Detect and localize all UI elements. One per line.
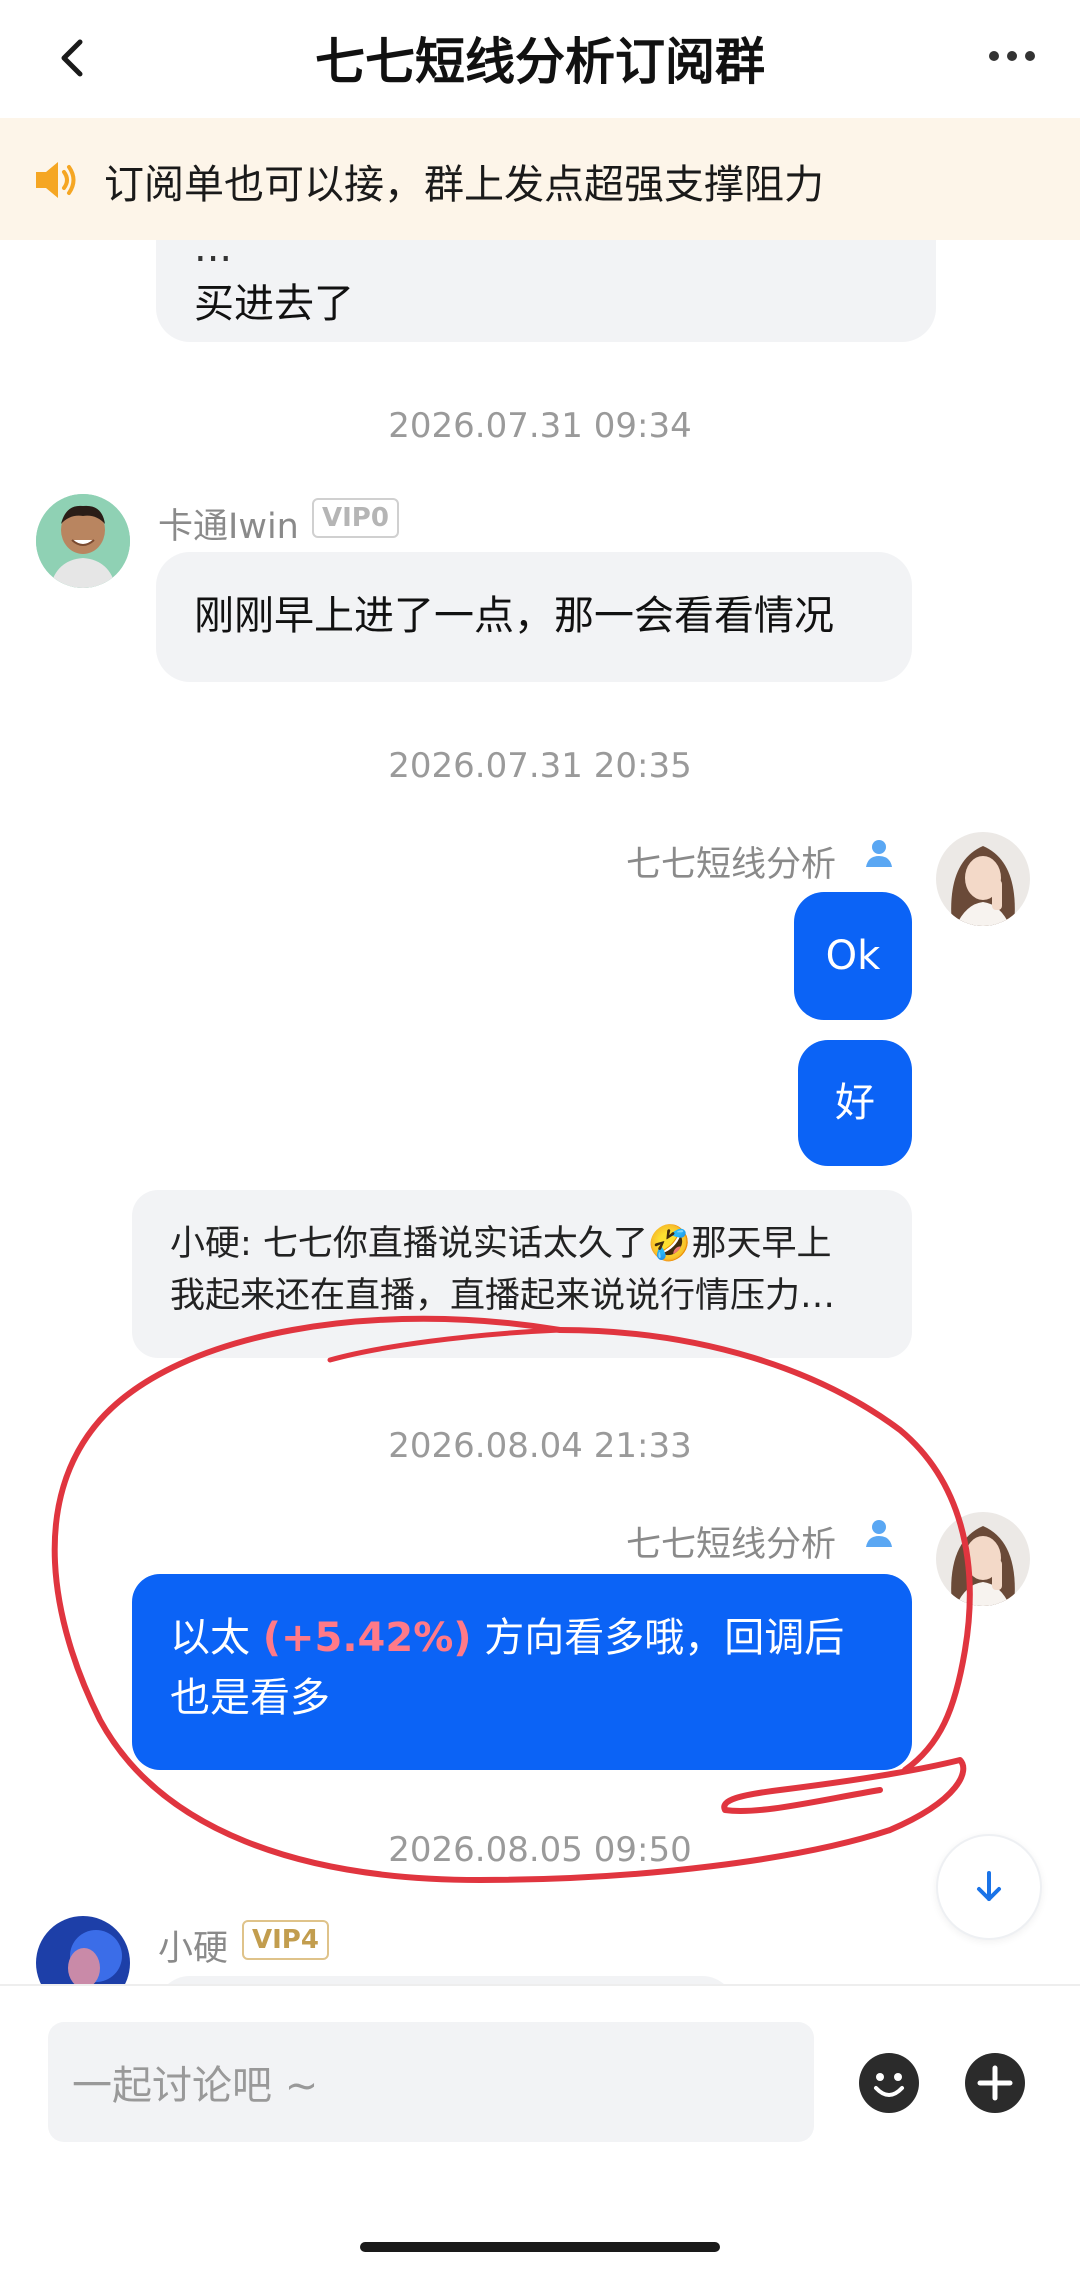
message-bubble: ... 买进去了: [156, 240, 936, 342]
group-title: 七七短线分析订阅群: [315, 33, 765, 91]
timestamp: 2026.07.31 20:35: [388, 746, 692, 786]
quote-line: 小硬: 七七你直播说实话太久了🤣那天早上: [170, 1224, 832, 1264]
more-menu-button[interactable]: [982, 36, 1042, 76]
emoji-button[interactable]: [858, 2052, 920, 2114]
home-indicator[interactable]: [360, 2242, 720, 2252]
message-text: 刚刚早上进了一点，那一会看看情况: [194, 593, 834, 639]
vip-badge: VIP0: [312, 498, 399, 538]
message-text: 方向看多哦，回调后: [471, 1615, 845, 1661]
message-list[interactable]: ... 买进去了 2026.07.31 09:34 卡通Iwin VIP0 刚刚…: [0, 240, 1080, 1984]
vip-badge: VIP4: [242, 1920, 329, 1960]
input-placeholder: 一起讨论吧 ~: [72, 2063, 319, 2109]
message-bubble[interactable]: 好: [798, 1040, 912, 1166]
message-text: 好: [835, 1080, 875, 1126]
message-text: Ok: [825, 933, 881, 979]
arrow-down-icon: [977, 1871, 1001, 1901]
message-text: 买进去了: [194, 281, 354, 327]
message-bubble[interactable]: [156, 1976, 736, 1984]
scroll-to-bottom-button[interactable]: [936, 1834, 1042, 1940]
announcement-text: 订阅单也可以接，群上发点超强支撑阻力: [104, 162, 824, 208]
user-avatar-icon: [936, 1512, 1030, 1606]
admin-person-icon: [866, 1520, 892, 1547]
admin-person-icon: [866, 840, 892, 867]
user-avatar-icon: [936, 832, 1030, 926]
emoji-icon: [859, 2053, 919, 2113]
add-attachment-button[interactable]: [964, 2052, 1026, 2114]
sender-name: 小硬: [158, 1929, 229, 1969]
timestamp: 2026.08.05 09:50: [388, 1830, 692, 1870]
price-change-link[interactable]: (+5.42%): [263, 1615, 472, 1661]
message-input[interactable]: 一起讨论吧 ~: [48, 2022, 814, 2142]
sender-name: 卡通Iwin: [158, 507, 299, 547]
avatar[interactable]: [936, 1512, 1030, 1606]
avatar[interactable]: [936, 832, 1030, 926]
announcement-banner[interactable]: 订阅单也可以接，群上发点超强支撑阻力: [0, 118, 1080, 240]
message-text: 也是看多: [170, 1675, 330, 1721]
avatar[interactable]: [36, 1916, 130, 1984]
quoted-message[interactable]: 小硬: 七七你直播说实话太久了🤣那天早上 我起来还在直播，直播起来说说行情压力…: [132, 1190, 912, 1358]
message-bubble[interactable]: 以太 (+5.42%) 方向看多哦，回调后 也是看多: [132, 1574, 912, 1770]
message-bubble[interactable]: 刚刚早上进了一点，那一会看看情况: [156, 552, 912, 682]
sender-name: 七七短线分析: [626, 845, 837, 885]
timestamp: 2026.07.31 09:34: [388, 406, 692, 446]
message-text-cut: ...: [194, 240, 233, 271]
avatar[interactable]: [36, 494, 130, 588]
user-avatar-icon: [36, 494, 130, 588]
plus-icon: [965, 2053, 1025, 2113]
composer-bar: 一起讨论吧 ~: [0, 1984, 1080, 2272]
message-text: 以太: [170, 1615, 263, 1661]
timestamp: 2026.08.04 21:33: [388, 1426, 692, 1466]
quote-line: 我起来还在直播，直播起来说说行情压力…: [170, 1276, 836, 1316]
header-bar: 七七短线分析订阅群: [0, 0, 1080, 118]
sender-name: 七七短线分析: [626, 1525, 837, 1565]
more-dots-icon: [989, 51, 1035, 61]
user-avatar-icon: [36, 1916, 130, 1984]
message-bubble[interactable]: Ok: [794, 892, 912, 1020]
speaker-icon: [32, 158, 82, 206]
